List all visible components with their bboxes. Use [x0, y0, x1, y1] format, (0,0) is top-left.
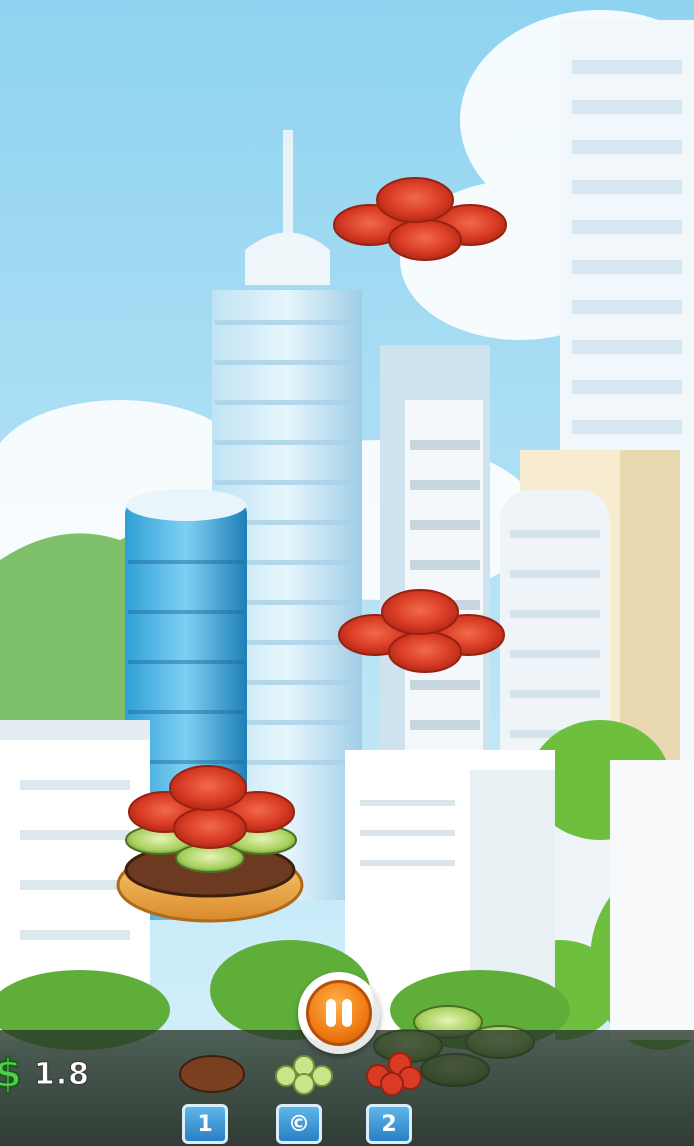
pause-bar-right: [342, 999, 352, 1027]
money-display: $ 1.8: [0, 1050, 90, 1098]
pause-bar-left: [326, 999, 336, 1027]
pickles-count-button[interactable]: ©: [276, 1104, 322, 1144]
pickles-icon[interactable]: [268, 1048, 348, 1098]
money-value: 1.8: [33, 1056, 90, 1092]
patty-count-button[interactable]: 1: [182, 1104, 228, 1144]
pause-button[interactable]: [298, 972, 380, 1054]
tomatoes-icon[interactable]: [360, 1048, 440, 1098]
pause-icon: [306, 980, 372, 1046]
tomatoes-count-label: 2: [381, 1111, 397, 1137]
building-foreground-right: [610, 760, 694, 1040]
pickles-count-label: ©: [288, 1111, 310, 1137]
patty-count-label: 1: [197, 1111, 213, 1137]
dollar-icon: $: [0, 1050, 23, 1098]
patty-icon[interactable]: [175, 1048, 255, 1098]
tomatoes-count-button[interactable]: 2: [366, 1104, 412, 1144]
